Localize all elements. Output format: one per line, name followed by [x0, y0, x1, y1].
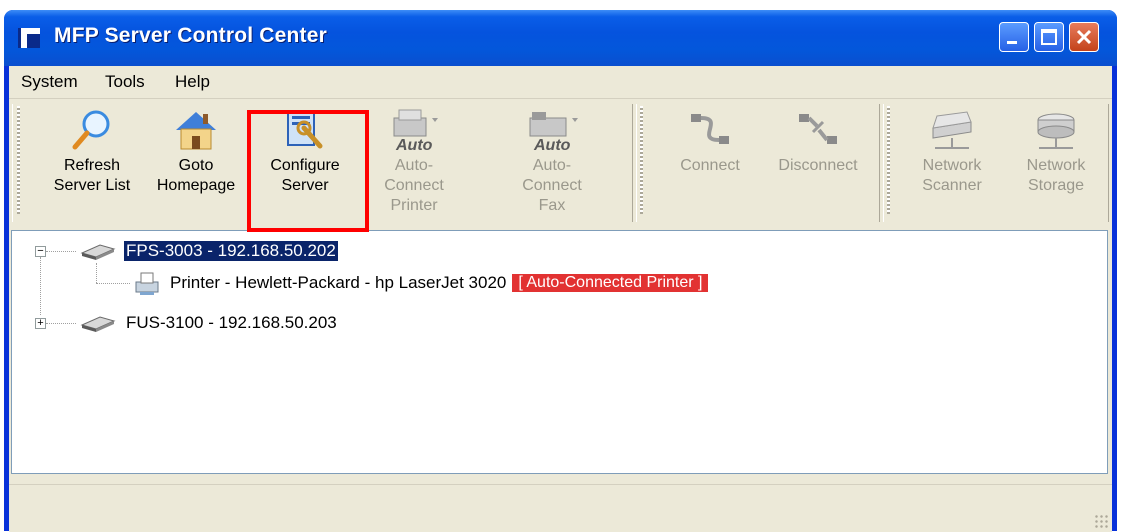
auto-fax-label-2: Fax	[538, 197, 566, 214]
menu-tools[interactable]: Tools	[105, 72, 145, 92]
auto-overlay-text: Auto	[533, 137, 571, 152]
highlight-box	[247, 110, 369, 232]
auto-fax-label-1: Auto-Connect	[522, 157, 582, 194]
auto-printer-icon: Auto	[393, 109, 438, 152]
auto-fax-icon: Auto	[529, 112, 578, 152]
window-title: MFP Server Control Center	[54, 24, 328, 47]
tree-node-server[interactable]: FUS-3100 - 192.168.50.203	[78, 309, 337, 337]
resize-grip[interactable]	[1094, 514, 1108, 528]
tree-node-label: Printer - Hewlett-Packard - hp LaserJet …	[170, 273, 507, 292]
goto-homepage-button[interactable]: Goto Homepage	[153, 108, 239, 218]
auto-connect-fax-button[interactable]: Auto Auto-Connect Fax	[509, 108, 595, 218]
refresh-label-2: Server List	[53, 177, 131, 194]
connect-label: Connect	[680, 157, 740, 174]
network-storage-button[interactable]: Network Storage	[1013, 108, 1099, 218]
disconnect-button[interactable]: Disconnect	[763, 108, 873, 218]
refresh-label-1: Refresh	[63, 157, 121, 174]
tree-node-label: FUS-3100 - 192.168.50.203	[126, 313, 337, 332]
scanner-label-2: Scanner	[922, 177, 982, 194]
tree-node-printer[interactable]: Printer - Hewlett-Packard - hp LaserJet …	[132, 269, 709, 297]
tree-node-label: FPS-3003 - 192.168.50.202	[123, 240, 339, 262]
tree-connector	[46, 251, 76, 252]
homepage-label-1: Goto	[178, 157, 214, 174]
homepage-label-2: Homepage	[156, 177, 236, 194]
maximize-icon	[1041, 29, 1057, 45]
client-area: System Tools Help Refresh Server List Go…	[9, 66, 1112, 532]
storage-label-1: Network	[1026, 157, 1086, 174]
auto-printer-label-1: Auto-Connect	[384, 157, 444, 194]
connect-button[interactable]: Connect	[667, 108, 753, 218]
minimize-icon	[1007, 41, 1017, 44]
disconnect-label: Disconnect	[778, 157, 858, 174]
app-window: MFP Server Control Center System Tools H…	[4, 10, 1117, 532]
menu-system[interactable]: System	[21, 72, 78, 92]
title-bar[interactable]: MFP Server Control Center	[4, 10, 1117, 66]
house-icon	[176, 112, 216, 150]
server-tree[interactable]: − FPS-3003 - 192.168.50.202 Printer - He…	[11, 230, 1108, 474]
auto-printer-label-2: Printer	[390, 197, 438, 214]
server-device-icon	[80, 316, 116, 332]
storage-label-2: Storage	[1027, 177, 1085, 194]
toolbar-grip[interactable]	[887, 106, 890, 214]
minimize-button[interactable]	[999, 22, 1029, 52]
auto-connected-badge: [ Auto-Connected Printer ]	[512, 274, 709, 292]
expand-toggle[interactable]: +	[35, 318, 46, 329]
disconnect-cable-icon	[799, 114, 837, 144]
magnifier-icon	[72, 110, 110, 150]
tree-connector	[96, 263, 97, 283]
status-bar	[9, 484, 1112, 532]
tree-connector	[96, 283, 130, 284]
server-device-icon	[80, 244, 116, 260]
close-icon	[1076, 29, 1092, 45]
toolbar-grip[interactable]	[640, 106, 643, 214]
tree-connector	[46, 323, 76, 324]
network-storage-icon	[1037, 113, 1075, 149]
refresh-server-list-button[interactable]: Refresh Server List	[49, 108, 135, 218]
network-scanner-button[interactable]: Network Scanner	[909, 108, 995, 218]
printer-icon	[135, 272, 159, 295]
close-button[interactable]	[1069, 22, 1099, 52]
toolbar: Refresh Server List Goto Homepage Config…	[9, 100, 1112, 227]
network-scanner-icon	[932, 111, 972, 149]
tree-connector	[40, 257, 41, 315]
auto-overlay-text: Auto	[395, 137, 433, 152]
toolbar-grip[interactable]	[17, 106, 20, 214]
collapse-toggle[interactable]: −	[35, 246, 46, 257]
maximize-button[interactable]	[1034, 22, 1064, 52]
app-logo-icon	[18, 28, 40, 48]
tree-node-server[interactable]: FPS-3003 - 192.168.50.202	[78, 237, 339, 265]
menu-help[interactable]: Help	[175, 72, 210, 92]
scanner-label-1: Network	[922, 157, 982, 174]
menu-bar: System Tools Help	[9, 66, 1112, 99]
auto-connect-printer-button[interactable]: Auto Auto-Connect Printer	[371, 108, 457, 218]
connect-cable-icon	[691, 114, 729, 144]
